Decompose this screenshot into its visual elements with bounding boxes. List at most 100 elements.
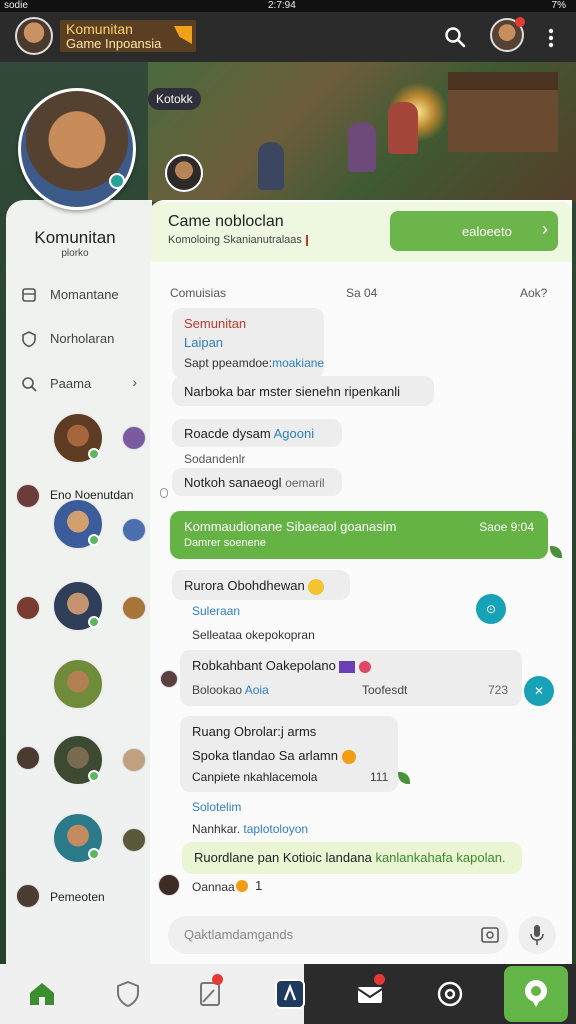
footer-count: 1 [255, 878, 263, 893]
chat-list-more[interactable]: Aok? [520, 286, 547, 300]
note-text: Ruordlane pan Kotioic landana kanlankaha… [194, 850, 506, 865]
mini-avatar[interactable] [122, 426, 146, 450]
friend-avatar[interactable] [52, 498, 104, 550]
note-link[interactable]: kanlankahafa kapolan. [375, 850, 505, 865]
message-bubble[interactable]: Roacde dysam Agooni [172, 419, 342, 447]
notification-dot [515, 17, 525, 27]
emoji-icon [341, 749, 356, 764]
close-icon[interactable]: ✕ [524, 676, 554, 706]
user-avatar[interactable] [490, 17, 525, 52]
title-line2: Game Inpoansia [66, 36, 162, 51]
footer-name: Oannaa [192, 880, 235, 894]
banner-tag[interactable]: Kotokk [148, 88, 201, 110]
heart-icon [359, 660, 372, 673]
message-meta-mid: Toofesdt [362, 683, 408, 697]
message-text: Notkoh sanaeogl oemaril [184, 475, 325, 490]
hero-figure [258, 142, 284, 190]
highlighted-message[interactable]: Kommaudionane Sibaeaol goanasim Damrer s… [170, 511, 548, 559]
message-link[interactable]: Agooni [274, 426, 314, 441]
sidebar-item-momantane[interactable]: Momantane [20, 284, 145, 306]
reaction-button[interactable]: ⊙ [476, 594, 506, 624]
friend-avatar[interactable] [52, 734, 104, 786]
mini-avatar[interactable] [16, 884, 40, 908]
bottom-nav [0, 964, 576, 1024]
game-action-label: ealoeeto [462, 224, 512, 239]
home-icon[interactable] [26, 978, 58, 1010]
status-battery: 7% [551, 0, 566, 11]
friend-avatar[interactable] [52, 658, 104, 710]
friend-avatar[interactable] [52, 412, 104, 464]
friend-avatar[interactable] [52, 580, 104, 632]
shield-icon [22, 331, 36, 348]
chat-list-time: Sa 04 [346, 286, 378, 300]
mini-avatar[interactable] [16, 596, 40, 620]
mini-avatar[interactable] [16, 746, 40, 770]
sidebar-item-label: Norholaran [50, 331, 115, 346]
message-sub: oemaril [285, 476, 325, 490]
sidebar-item-norholaran[interactable]: Norholaran [20, 328, 145, 350]
banner-player-avatar[interactable] [165, 154, 203, 192]
mini-avatar[interactable] [160, 670, 178, 688]
message-sub: Selleataa okepokopran [192, 628, 315, 642]
purple-emoji-icon [339, 660, 356, 673]
message-text: Canpiete nkahlacemola [192, 770, 318, 784]
chat-list-title: Comuisias [170, 286, 227, 300]
online-indicator [88, 448, 100, 460]
game-card-subtitle-text: Komoloing Skanianutralaas [168, 234, 302, 246]
message-input[interactable]: Qaktlamdamgands [168, 916, 508, 954]
mini-avatar[interactable] [122, 828, 146, 852]
message-text: Robkahbant Oakepolano [192, 658, 372, 673]
message-text: Rurora Obohdhewan [184, 578, 325, 595]
message-text: Sapt ppeamdoe: [184, 356, 273, 370]
message-author: Semunitan [184, 316, 247, 331]
sidebar-item-label: Paama [50, 376, 92, 391]
profile-avatar[interactable] [18, 88, 136, 210]
game-banner [148, 62, 576, 202]
message-sub-text: Nanhkar. [192, 822, 241, 836]
chat-bubble-icon [525, 980, 547, 1007]
search-icon[interactable] [444, 26, 466, 48]
mini-avatar[interactable] [122, 748, 146, 772]
target-icon[interactable] [434, 978, 466, 1010]
message-bubble[interactable]: Narboka bar mster sienehn ripenkanli [172, 376, 434, 406]
community-avatar[interactable] [15, 17, 53, 55]
game-action-button[interactable]: ealoeeto › [390, 211, 558, 251]
message-link[interactable]: Suleraan [192, 604, 240, 618]
game-card-title: Came nobloclan [168, 213, 284, 230]
mic-icon [530, 925, 544, 945]
sidebar-item-paama[interactable]: Paama › [20, 373, 145, 395]
profile-name: Komunitan [34, 228, 116, 247]
message-bubble[interactable]: Ruang Obrolar:j arms Spoka tlandao Sa ar… [180, 716, 398, 792]
shield-icon[interactable] [112, 978, 144, 1010]
message-text-main: Spoka tlandao Sa arlamn [192, 748, 338, 763]
mini-avatar[interactable] [122, 596, 146, 620]
friend-avatar[interactable] [52, 812, 104, 864]
emoji-icon [308, 578, 325, 595]
message-bubble[interactable]: Notkoh sanaeogl oemaril [172, 468, 342, 496]
message-link[interactable]: taplotoloyon [243, 822, 308, 836]
search-icon [22, 377, 37, 392]
message-link[interactable]: Aoia [245, 683, 269, 697]
profile-subtitle: plorko [61, 248, 89, 259]
message-link[interactable]: moakiane [272, 356, 324, 370]
chevron-right-icon: › [542, 219, 548, 239]
message-bubble[interactable]: Robkahbant Oakepolano Bolookao Aoia Toof… [180, 650, 522, 706]
message-meta: Bolookao Aoia [192, 683, 269, 697]
community-title[interactable]: Komunitan Game Inpoansia [60, 20, 196, 52]
message-link[interactable]: Solotelim [192, 800, 241, 814]
chat-tab[interactable] [504, 966, 568, 1022]
more-icon[interactable] [546, 27, 556, 49]
mic-button[interactable] [518, 916, 556, 954]
message-text-main: Robkahbant Oakepolano [192, 658, 336, 673]
chevron-right-icon: › [132, 374, 137, 390]
message-text-main: Roacde dysam [184, 426, 271, 441]
mini-avatar[interactable] [122, 518, 146, 542]
app-icon[interactable] [274, 978, 306, 1010]
sidebar-item-label: Momantane [50, 287, 119, 302]
notification-dot [212, 974, 223, 985]
message-bubble[interactable]: Rurora Obohdhewan [172, 570, 350, 600]
camera-icon[interactable] [480, 925, 500, 945]
square-icon [22, 288, 36, 302]
mini-avatar[interactable] [16, 484, 40, 508]
mini-avatar[interactable] [158, 874, 180, 896]
